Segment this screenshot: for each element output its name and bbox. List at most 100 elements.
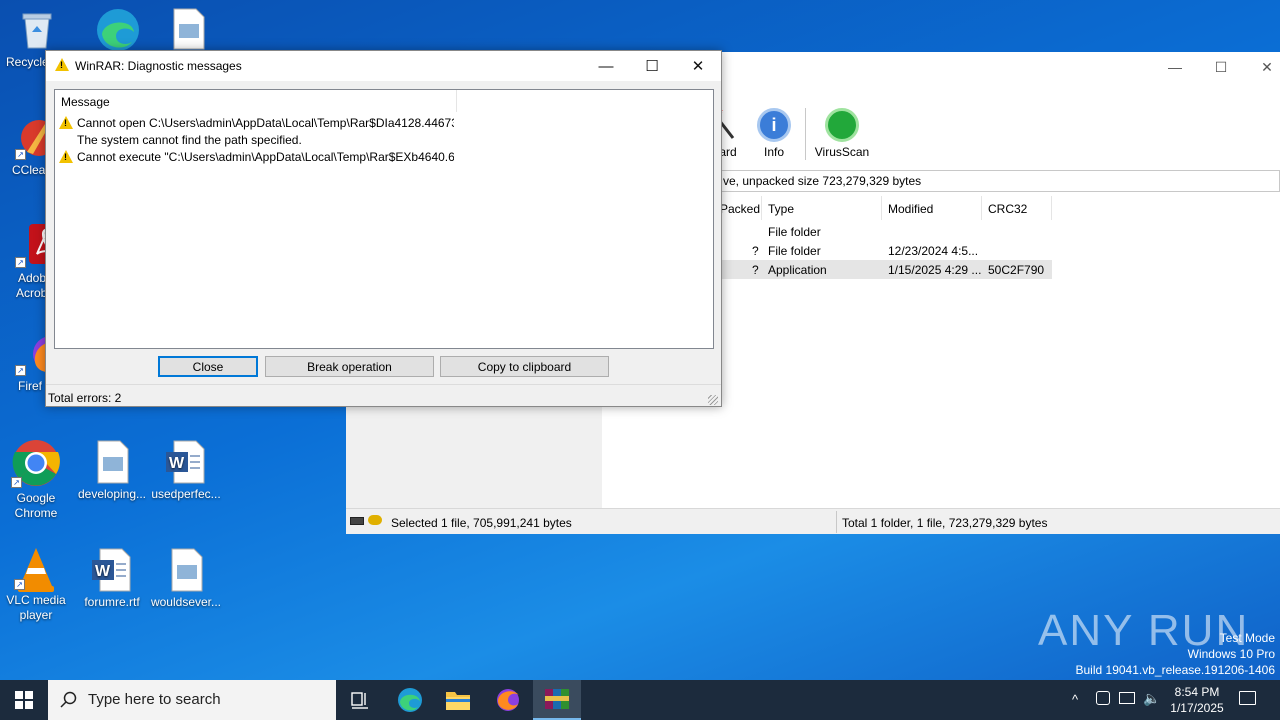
drive-icon [350,517,364,525]
test-mode-watermark: Test Mode Windows 10 Pro Build 19041.vb_… [1060,630,1276,678]
vlc-icon: ↗ [14,546,58,592]
column-header-label: Message [61,95,110,109]
chrome-icon: ↗ [11,438,61,488]
task-view-icon [351,692,368,709]
column-header-label: Type [768,202,795,216]
copy-to-clipboard-button[interactable]: Copy to clipboard [440,356,609,377]
message-row[interactable]: The system cannot find the path specifie… [59,133,454,150]
status-total-text: Total 1 folder, 1 file, 723,279,329 byte… [842,516,1048,530]
message-text: Cannot open C:\Users\admin\AppData\Local… [77,116,454,130]
task-view-button[interactable] [336,680,384,720]
taskbar-edge[interactable] [386,680,434,720]
column-header-label: Packed [720,202,761,216]
archive-path-field[interactable]: ve, unpacked size 723,279,329 bytes [718,170,1280,192]
status-divider [836,511,837,533]
desktop-icon-wouldsever[interactable]: wouldsever... [148,548,224,610]
archive-path-text: ve, unpacked size 723,279,329 bytes [723,174,922,188]
shortcut-arrow-icon: ↗ [15,149,26,160]
word-document-icon: W [90,548,134,592]
warning-icon [59,116,73,129]
image-file-icon [90,440,134,484]
column-header-modified[interactable]: Modified [882,196,982,220]
desktop-icon-label: Google Chrome [14,491,58,520]
close-button[interactable]: ✕ [675,51,721,81]
folder-icon [446,692,470,710]
close-button[interactable]: ✕ [1244,52,1280,82]
winrar-icon [545,689,569,709]
cell-type: File folder [768,244,821,258]
message-list[interactable]: Message Cannot open C:\Users\admin\AppDa… [54,89,714,349]
close-button[interactable]: Close [158,356,258,377]
recycle-bin-icon [15,8,59,52]
desktop-icon-forumre[interactable]: W forumre.rtf [74,548,150,610]
column-header-crc[interactable]: CRC32 [982,196,1052,220]
search-icon [60,691,77,708]
warning-icon [59,150,73,163]
clock[interactable]: 8:54 PM 1/17/2025 [1164,684,1230,716]
meet-now-icon[interactable] [1096,691,1110,705]
message-text: The system cannot find the path specifie… [77,133,302,147]
desktop-icon-google-chrome[interactable]: ↗ Google Chrome [0,438,72,521]
taskbar-search-box[interactable]: Type here to search [48,680,336,720]
taskbar: Type here to search ^ 🔈 8:54 PM 1/17/202… [0,680,1280,720]
svg-text:W: W [95,563,111,580]
column-header-label: Modified [888,202,934,216]
minimize-button[interactable]: — [583,51,629,81]
image-file-icon [164,548,208,592]
watermark-line: Build 19041.vb_release.191206-1406 [1075,663,1276,677]
key-icon [368,515,382,525]
dialog-titlebar: WinRAR: Diagnostic messages — ☐ ✕ [46,51,721,81]
notification-center-icon[interactable] [1239,691,1256,705]
maximize-button[interactable]: ☐ [1198,52,1244,82]
clock-time: 8:54 PM [1174,685,1220,699]
diagnostic-messages-dialog: WinRAR: Diagnostic messages — ☐ ✕ Messag… [45,50,722,407]
firefox-icon [497,689,519,711]
message-row[interactable]: Cannot open C:\Users\admin\AppData\Local… [59,116,454,133]
desktop-icon-label: usedperfec... [151,487,221,501]
start-button[interactable] [0,680,48,720]
edge-icon [94,6,139,51]
desktop-icon-vlc[interactable]: ↗ VLC media player [0,546,72,623]
cell-packed: ? [752,263,759,277]
maximize-button[interactable]: ☐ [629,51,675,81]
cell-type: File folder [768,225,821,239]
shortcut-arrow-icon: ↗ [11,477,22,488]
virusscan-icon [825,108,859,142]
windows-logo-icon [15,691,33,709]
dialog-status-separator [46,384,721,385]
toolbar-info-button[interactable]: i Info [754,108,794,159]
edge-icon [398,688,422,712]
desktop-icon-developing[interactable]: developing... [74,440,150,502]
warning-icon [55,58,73,72]
cell-modified: 12/23/2024 4:5... [888,244,979,258]
desktop-icon-edge[interactable] [78,6,154,53]
cell-packed: ? [752,244,759,258]
message-row[interactable]: Cannot execute "C:\Users\admin\AppData\L… [59,150,454,167]
status-bar: Selected 1 file, 705,991,241 bytes Total… [346,508,1280,534]
desktop-icon-label: forumre.rtf [84,595,140,609]
cell-crc: 50C2F790 [988,263,1045,277]
network-icon[interactable] [1119,692,1135,704]
desktop-icon-usedperfec[interactable]: W usedperfec... [148,440,224,502]
taskbar-winrar[interactable] [533,680,581,720]
taskbar-firefox[interactable] [484,680,532,720]
volume-icon[interactable]: 🔈 [1143,690,1160,707]
desktop-icon-label: wouldsever... [150,595,222,609]
cell-modified: 1/15/2025 4:29 ... [888,263,982,277]
resize-grip-icon[interactable] [708,395,718,405]
toolbar-virusscan-button[interactable]: VirusScan [812,108,872,159]
shortcut-arrow-icon: ↗ [15,257,26,268]
show-hidden-icons-button[interactable]: ^ [1072,692,1078,707]
desktop-icon-image-file[interactable] [150,8,226,55]
info-icon: i [757,108,791,142]
column-header-message[interactable]: Message [55,90,457,112]
taskbar-file-explorer[interactable] [434,680,482,720]
column-header-label: CRC32 [988,202,1028,216]
search-placeholder: Type here to search [88,691,221,708]
desktop-icon-label: VLC media player [6,593,66,622]
minimize-button[interactable]: — [1152,52,1198,82]
column-header-type[interactable]: Type [762,196,882,220]
image-file-icon [166,8,210,52]
break-operation-button[interactable]: Break operation [265,356,434,377]
message-text: Cannot execute "C:\Users\admin\AppData\L… [77,150,454,164]
